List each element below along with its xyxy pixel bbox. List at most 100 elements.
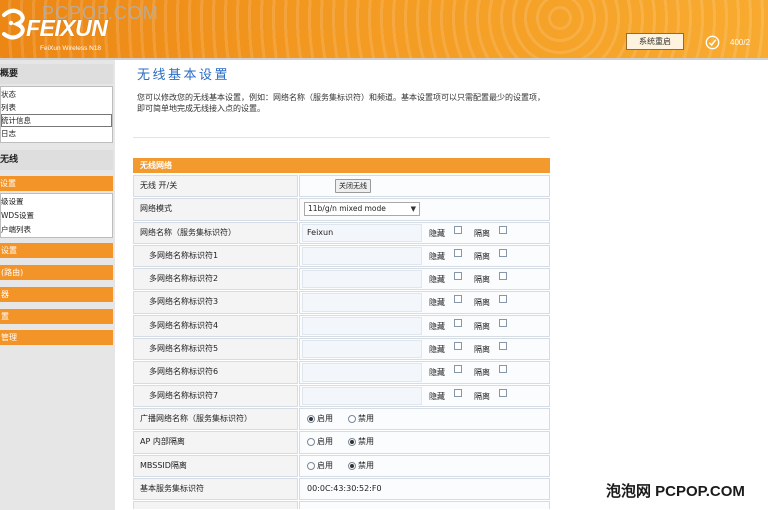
isolate-checkbox[interactable] bbox=[499, 272, 507, 281]
isolate-checkbox[interactable] bbox=[499, 295, 507, 304]
broadcast-disable-radio[interactable] bbox=[348, 414, 356, 423]
row-value: 隐藏 隔离 bbox=[299, 384, 550, 407]
row-label: 无线 开/关 bbox=[133, 175, 298, 198]
row-label: 多网络名称标识符2 bbox=[133, 268, 298, 291]
table-row-multi-ssid: 多网络名称标识符1 隐藏 隔离 bbox=[133, 244, 550, 268]
page-title: 无线基本设置 bbox=[137, 68, 231, 83]
isolate-checkbox[interactable] bbox=[499, 365, 507, 374]
table-row-multi-ssid: 多网络名称标识符2 隐藏 隔离 bbox=[133, 268, 550, 291]
row-label: 多网络名称标识符5 bbox=[133, 338, 298, 361]
mbssid-isolation-enable-radio[interactable] bbox=[307, 461, 315, 470]
row-value: 隐藏 隔离 bbox=[299, 314, 550, 338]
sidebar-section-5[interactable]: 管理 bbox=[0, 330, 113, 345]
sidebar-section-2[interactable]: (路由) bbox=[0, 265, 113, 280]
row-value: 00:0C:43:30:52:F0 bbox=[299, 477, 550, 501]
isolate-label: 隔离 bbox=[474, 228, 490, 238]
hide-label: 隐藏 bbox=[429, 368, 445, 378]
multi-ssid-input[interactable] bbox=[302, 386, 422, 405]
sidebar-item-list[interactable]: 列表 bbox=[1, 101, 112, 114]
isolate-label: 隔离 bbox=[474, 345, 490, 355]
network-mode-select[interactable]: 11b/g/n mixed mode ▼ bbox=[304, 202, 420, 217]
sidebar-item-wds-settings[interactable]: WDS设置 bbox=[1, 209, 112, 223]
isolate-checkbox[interactable] bbox=[499, 342, 507, 351]
row-value bbox=[299, 501, 550, 510]
row-label bbox=[133, 501, 298, 510]
hide-checkbox[interactable] bbox=[454, 225, 462, 234]
table-row-cutoff bbox=[133, 501, 550, 510]
hotline-text: 400/2 bbox=[730, 38, 751, 47]
isolate-checkbox[interactable] bbox=[499, 248, 507, 257]
sidebar-item-basic-settings[interactable]: 设置 bbox=[0, 176, 113, 191]
hide-checkbox[interactable] bbox=[454, 318, 462, 327]
sidebar-group-title-wireless[interactable]: 无线 bbox=[0, 150, 113, 170]
multi-ssid-input[interactable] bbox=[302, 246, 422, 266]
enable-label: 启用 bbox=[317, 437, 333, 447]
hide-checkbox[interactable] bbox=[454, 365, 462, 374]
hide-checkbox[interactable] bbox=[454, 272, 462, 281]
mbssid-isolation-disable-radio[interactable] bbox=[348, 461, 356, 470]
hide-label: 隐藏 bbox=[429, 321, 445, 331]
disable-label: 禁用 bbox=[358, 413, 374, 423]
page-description: 您可以修改您的无线基本设置，例如：网络名称（服务集标识符）和频道。基本设置项可以… bbox=[137, 93, 545, 113]
ap-isolation-enable-radio[interactable] bbox=[307, 438, 315, 447]
row-label: 多网络名称标识符7 bbox=[133, 384, 298, 407]
header-divider bbox=[0, 58, 768, 60]
sidebar-section-4[interactable]: 置 bbox=[0, 309, 113, 324]
ssid-input[interactable] bbox=[302, 223, 422, 242]
sidebar-item-statistics[interactable]: 统计信息 bbox=[1, 114, 112, 127]
hide-label: 隐藏 bbox=[429, 298, 445, 308]
sidebar: 概要 状态 列表 统计信息 日志 无线 设置 级设置 WDS设置 户端列表 设置… bbox=[0, 60, 115, 510]
table-row-multi-ssid: 多网络名称标识符3 隐藏 隔离 bbox=[133, 291, 550, 314]
hide-checkbox[interactable] bbox=[454, 388, 462, 397]
multi-ssid-input[interactable] bbox=[302, 340, 422, 359]
table-row-mbssid-isolation: MBSSID隔离 启用 禁用 bbox=[133, 454, 550, 477]
disable-label: 禁用 bbox=[358, 460, 374, 470]
hide-label: 隐藏 bbox=[429, 345, 445, 355]
row-value: 启用 禁用 bbox=[299, 407, 550, 431]
enable-label: 启用 bbox=[317, 460, 333, 470]
isolate-label: 隔离 bbox=[474, 368, 490, 378]
sidebar-section-3[interactable]: 器 bbox=[0, 287, 113, 302]
hide-checkbox[interactable] bbox=[454, 342, 462, 351]
row-label: 多网络名称标识符4 bbox=[133, 314, 298, 338]
radio-off-button[interactable]: 关闭无线 bbox=[335, 179, 371, 193]
isolate-label: 隔离 bbox=[474, 391, 490, 401]
isolate-checkbox[interactable] bbox=[499, 388, 507, 397]
multi-ssid-input[interactable] bbox=[302, 316, 422, 336]
table-row-bssid: 基本服务集标识符 00:0C:43:30:52:F0 bbox=[133, 477, 550, 501]
content-divider bbox=[133, 137, 550, 138]
sidebar-section-1[interactable]: 设置 bbox=[0, 243, 113, 258]
multi-ssid-input[interactable] bbox=[302, 293, 422, 312]
ap-isolation-disable-radio[interactable] bbox=[348, 438, 356, 447]
row-label: 多网络名称标识符1 bbox=[133, 244, 298, 268]
sidebar-item-status[interactable]: 状态 bbox=[1, 88, 112, 101]
network-mode-value: 11b/g/n mixed mode bbox=[308, 204, 386, 214]
row-label: 多网络名称标识符3 bbox=[133, 291, 298, 314]
logo-subtitle: FeiXun Wireless N18 bbox=[40, 45, 102, 52]
row-value: 隐藏 隔离 bbox=[299, 221, 550, 244]
sidebar-item-advanced-settings[interactable]: 级设置 bbox=[1, 195, 112, 209]
row-value: 隐藏 隔离 bbox=[299, 338, 550, 361]
table-section-title: 无线网络 bbox=[133, 158, 550, 173]
isolate-checkbox[interactable] bbox=[499, 225, 507, 234]
sidebar-item-client-list[interactable]: 户端列表 bbox=[1, 223, 112, 237]
row-label: 网络模式 bbox=[133, 198, 298, 221]
check-circle-icon[interactable] bbox=[705, 35, 720, 50]
hide-label: 隐藏 bbox=[429, 251, 445, 261]
broadcast-enable-radio[interactable] bbox=[307, 414, 315, 423]
row-value: 隐藏 隔离 bbox=[299, 268, 550, 291]
table-row-multi-ssid: 多网络名称标识符7 隐藏 隔离 bbox=[133, 384, 550, 407]
table-row-ap-isolation: AP 内部隔离 启用 禁用 bbox=[133, 431, 550, 454]
row-value: 关闭无线 bbox=[299, 175, 550, 198]
hide-checkbox[interactable] bbox=[454, 248, 462, 257]
isolate-checkbox[interactable] bbox=[499, 318, 507, 327]
multi-ssid-input[interactable] bbox=[302, 363, 422, 382]
restart-button[interactable]: 系统重启 bbox=[626, 33, 684, 50]
isolate-label: 隔离 bbox=[474, 251, 490, 261]
hide-label: 隐藏 bbox=[429, 228, 445, 238]
hide-checkbox[interactable] bbox=[454, 295, 462, 304]
sidebar-item-log[interactable]: 日志 bbox=[1, 127, 112, 140]
row-label: AP 内部隔离 bbox=[133, 431, 298, 454]
sidebar-group-title-status[interactable]: 概要 bbox=[0, 64, 113, 84]
multi-ssid-input[interactable] bbox=[302, 270, 422, 289]
